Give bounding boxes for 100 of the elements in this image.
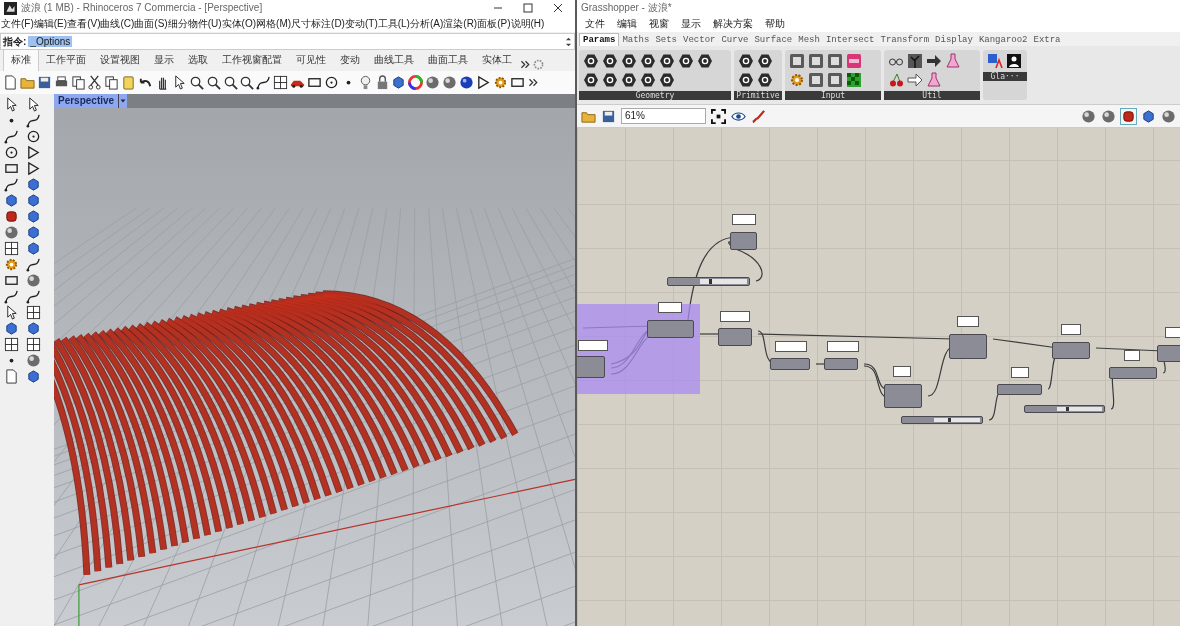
curve-icon[interactable]: [256, 75, 272, 90]
number-slider[interactable]: [667, 277, 750, 286]
hexagon-icon[interactable]: [738, 72, 754, 88]
hexagon-icon[interactable]: [640, 53, 656, 69]
curve-icon[interactable]: [4, 177, 19, 192]
hexagon-icon[interactable]: [738, 53, 754, 69]
component-tab[interactable]: Sets: [652, 34, 681, 46]
close-icon[interactable]: [553, 3, 563, 13]
cube-icon[interactable]: [26, 241, 41, 256]
cube-icon[interactable]: [391, 75, 407, 90]
toolbar-tab[interactable]: 可见性: [289, 50, 333, 71]
menu-item[interactable]: 网格(M): [256, 17, 292, 31]
triangle-icon[interactable]: [26, 145, 41, 160]
toolbar-tab[interactable]: 标准: [3, 49, 39, 71]
component-tab[interactable]: Vector: [680, 34, 719, 46]
toolbar-tab[interactable]: 选取: [181, 50, 215, 71]
curve-icon[interactable]: [26, 257, 41, 272]
component-tab[interactable]: Surface: [751, 34, 796, 46]
tile-icon[interactable]: [789, 53, 805, 69]
component-tab[interactable]: Intersect: [822, 34, 878, 46]
hexagon-icon[interactable]: [602, 53, 618, 69]
gradient-tile-icon[interactable]: [846, 53, 862, 69]
hexagon-icon[interactable]: [602, 72, 618, 88]
toolbar-tab[interactable]: 显示: [147, 50, 181, 71]
chevron-icon[interactable]: [526, 76, 540, 89]
curve-icon[interactable]: [4, 289, 19, 304]
cursor-icon[interactable]: [4, 97, 19, 112]
cherry-icon[interactable]: [888, 72, 904, 88]
sphere-icon[interactable]: [442, 75, 458, 90]
save-icon[interactable]: [36, 75, 52, 90]
cube-icon[interactable]: [26, 321, 41, 336]
toolbar-tab[interactable]: 实体工: [475, 50, 519, 71]
maximize-icon[interactable]: [523, 3, 533, 13]
curve-icon[interactable]: [26, 289, 41, 304]
sphere-icon[interactable]: [1101, 108, 1116, 124]
cube-icon[interactable]: [26, 369, 41, 384]
component-node[interactable]: [770, 358, 810, 370]
zoom-icon[interactable]: [222, 75, 238, 90]
component-node[interactable]: [577, 356, 605, 378]
zoom-icon[interactable]: [239, 75, 255, 90]
cube-icon[interactable]: [26, 209, 41, 224]
menu-item[interactable]: 曲面(S): [134, 17, 168, 31]
slider-thumb[interactable]: [947, 418, 951, 422]
outline-arrow-icon[interactable]: [907, 72, 923, 88]
menu-item[interactable]: 解决方案: [713, 17, 753, 31]
hexagon-icon[interactable]: [757, 53, 773, 69]
hexagon-icon[interactable]: [678, 53, 694, 69]
slider-thumb[interactable]: [1066, 407, 1069, 411]
component-node[interactable]: [647, 320, 694, 338]
menu-item[interactable]: 显示: [681, 17, 701, 31]
page-icon[interactable]: [4, 369, 19, 384]
chevron-icon[interactable]: [519, 58, 532, 71]
gear-icon[interactable]: [789, 72, 805, 88]
zoom-icon[interactable]: [188, 75, 204, 90]
tile-icon[interactable]: [827, 53, 843, 69]
menu-item[interactable]: 编辑: [617, 17, 637, 31]
hexagon-icon[interactable]: [659, 72, 675, 88]
arrow-icon[interactable]: [926, 53, 942, 69]
hexagon-icon[interactable]: [621, 53, 637, 69]
rectangle-icon[interactable]: [307, 75, 323, 90]
panel-label[interactable]: Input: [785, 91, 881, 100]
copy-icon[interactable]: [104, 75, 120, 90]
sphere-icon[interactable]: [1081, 108, 1096, 124]
folder-icon[interactable]: [19, 75, 35, 90]
translate-icon[interactable]: [987, 53, 1003, 69]
menu-item[interactable]: 查看(V): [67, 17, 101, 31]
grid-icon[interactable]: [273, 75, 289, 90]
zoom-icon[interactable]: [205, 75, 221, 90]
page-icon[interactable]: [3, 75, 18, 90]
component-tab[interactable]: Params: [579, 33, 620, 46]
menu-item[interactable]: 帮助: [765, 17, 785, 31]
component-tab[interactable]: Display: [932, 34, 976, 46]
menu-item[interactable]: 尺寸标注(D): [291, 17, 345, 31]
panel-label[interactable]: Primitive: [734, 91, 782, 100]
menu-item[interactable]: 变动(T): [344, 17, 378, 31]
component-node[interactable]: [1052, 342, 1090, 359]
component-node[interactable]: [1109, 367, 1157, 379]
component-tab[interactable]: Maths: [619, 34, 653, 46]
menu-item[interactable]: 曲线(C): [100, 17, 135, 31]
hexagon-icon[interactable]: [659, 53, 675, 69]
menu-item[interactable]: 细分物件(U): [167, 17, 222, 31]
gear-icon[interactable]: [492, 75, 508, 90]
toolbar-tab[interactable]: 工作视窗配置: [215, 50, 289, 71]
component-tab[interactable]: Mesh: [795, 34, 823, 46]
caret-icon[interactable]: [118, 94, 128, 108]
grid-icon[interactable]: [4, 241, 19, 256]
cube-icon[interactable]: [26, 177, 41, 192]
tile-icon[interactable]: [827, 72, 843, 88]
cube-icon[interactable]: [4, 193, 19, 208]
cube-icon[interactable]: [4, 321, 19, 336]
circle-icon[interactable]: [26, 129, 41, 144]
circle-icon[interactable]: [323, 75, 339, 90]
component-tab[interactable]: Extra: [1030, 34, 1064, 46]
component-tab[interactable]: Curve: [718, 34, 752, 46]
component-tab[interactable]: Transform: [877, 34, 933, 46]
panel-label[interactable]: Gla···: [983, 72, 1027, 81]
component-node[interactable]: [824, 358, 858, 370]
tile-icon[interactable]: [808, 53, 824, 69]
component-node[interactable]: [730, 232, 757, 250]
toolbar-tab[interactable]: 设置视图: [93, 50, 147, 71]
